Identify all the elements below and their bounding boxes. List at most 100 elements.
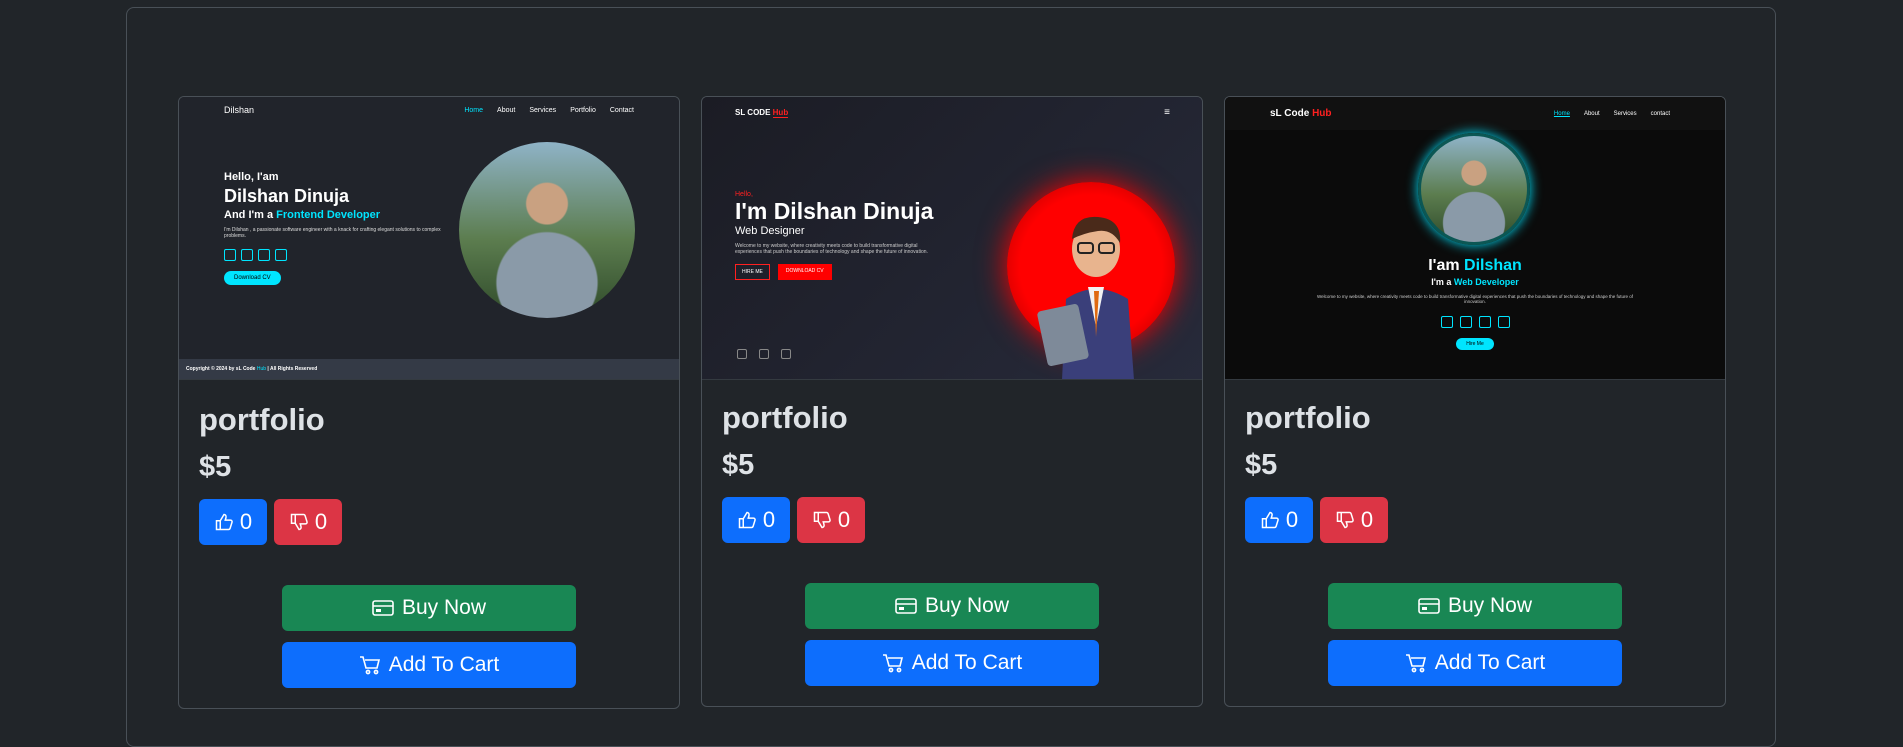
youtube-icon <box>1459 316 1472 328</box>
thumb-name: Dilshan <box>1464 257 1522 274</box>
thumb-greeting: Hello, I'am <box>224 171 279 183</box>
thumb-nav-services: Services <box>1613 110 1637 117</box>
add-to-cart-label: Add To Cart <box>388 653 500 676</box>
product-card: sL Code Hub Home About Services contact … <box>1224 96 1726 707</box>
tiktok-icon <box>258 249 270 261</box>
thumbs-up-icon <box>1261 511 1279 529</box>
add-to-cart-label: Add To Cart <box>911 651 1023 674</box>
product-price: $5 <box>1245 449 1278 481</box>
add-to-cart-button[interactable]: Add To Cart <box>1328 640 1622 686</box>
dislike-button[interactable]: 0 <box>274 499 342 545</box>
thumb-download-cv: Download CV <box>224 271 281 285</box>
thumb-nav-services: Services <box>529 106 557 114</box>
product-thumbnail[interactable]: SL CODE Hub ≡ Hello, I'm Dilshan Dinuja … <box>702 97 1202 380</box>
thumb-hire-me: Hire Me <box>1456 338 1494 350</box>
thumb-role: Frontend Developer <box>276 209 381 221</box>
buy-now-button[interactable]: Buy Now <box>1328 583 1622 629</box>
like-button[interactable]: 0 <box>199 499 267 545</box>
product-card: Dilshan Home About Services Portfolio Co… <box>178 96 680 709</box>
add-to-cart-button[interactable]: Add To Cart <box>282 642 576 688</box>
dislike-count: 0 <box>1360 507 1374 532</box>
youtube-icon <box>241 249 253 261</box>
buy-now-label: Buy Now <box>401 596 487 619</box>
thumb-cartoon-character <box>1037 216 1134 379</box>
product-thumbnail[interactable]: Dilshan Home About Services Portfolio Co… <box>179 97 679 380</box>
credit-card-icon <box>895 598 917 614</box>
thumb-role: Web Developer <box>1453 277 1519 287</box>
thumb-socials <box>737 349 791 359</box>
thumb-footer: Copyright © 2024 by sL Code Hub | All Ri… <box>179 359 679 379</box>
thumb-nav-home: Home <box>464 106 484 114</box>
credit-card-icon <box>1418 598 1440 614</box>
cart-icon <box>359 656 380 675</box>
github-icon <box>781 349 791 359</box>
product-title: portfolio <box>1245 400 1371 435</box>
thumb-blurb: I'm Dilshan , a passionate software engi… <box>224 227 441 239</box>
buy-now-button[interactable]: Buy Now <box>282 585 576 631</box>
thumb-nav-contact: Contact <box>609 106 634 114</box>
thumb-hero: Hello, I'm Dilshan Dinuja Web Designer W… <box>735 191 935 280</box>
buy-now-label: Buy Now <box>924 594 1010 617</box>
facebook-icon <box>224 249 236 261</box>
thumb-name: I'm Dilshan Dinuja <box>735 198 934 224</box>
thumb-greeting: Hello, <box>735 191 753 198</box>
like-count: 0 <box>1285 507 1299 532</box>
thumb-hero: Hello, I'am Dilshan Dinuja And I'm a Fro… <box>224 171 454 285</box>
thumb-download-cv: DOWNLOAD CV <box>777 264 832 280</box>
like-count: 0 <box>762 507 776 532</box>
dislike-button[interactable]: 0 <box>1320 497 1388 543</box>
thumb-name-line: I'am Dilshan <box>1428 257 1522 274</box>
thumbs-down-icon <box>813 511 831 529</box>
thumb-role-line: And I'm a Frontend Developer <box>224 209 381 221</box>
facebook-icon <box>1440 316 1453 328</box>
cart-icon <box>882 654 903 673</box>
hamburger-menu-icon: ≡ <box>1164 107 1170 118</box>
thumb-socials <box>224 249 454 261</box>
cart-icon <box>1405 654 1426 673</box>
thumb-name: Dilshan Dinuja <box>224 186 350 206</box>
thumb-hero: I'am Dilshan I'm a Web Developer Welcome… <box>1225 257 1725 350</box>
tiktok-icon <box>1478 316 1491 328</box>
thumbs-up-icon <box>215 513 233 531</box>
thumb-navbar: Dilshan Home About Services Portfolio Co… <box>224 105 634 115</box>
dislike-count: 0 <box>314 509 328 534</box>
thumb-nav-about: About <box>497 106 516 114</box>
thumb-brand: sL Code Hub <box>1270 108 1332 119</box>
product-price: $5 <box>199 451 232 483</box>
products-container: Dilshan Home About Services Portfolio Co… <box>126 7 1776 747</box>
credit-card-icon <box>372 600 394 616</box>
thumbs-up-icon <box>738 511 756 529</box>
thumbs-down-icon <box>290 513 308 531</box>
like-button[interactable]: 0 <box>722 497 790 543</box>
add-to-cart-button[interactable]: Add To Cart <box>805 640 1099 686</box>
like-count: 0 <box>239 509 253 534</box>
thumb-nav-about: About <box>1583 110 1600 117</box>
thumb-hire-me: HIRE ME <box>735 264 770 280</box>
product-thumbnail[interactable]: sL Code Hub Home About Services contact … <box>1225 97 1725 380</box>
like-button[interactable]: 0 <box>1245 497 1313 543</box>
buy-now-button[interactable]: Buy Now <box>805 583 1099 629</box>
thumbs-down-icon <box>1336 511 1354 529</box>
product-title: portfolio <box>722 400 848 435</box>
thumb-avatar-photo <box>459 142 635 318</box>
thumb-nav-home: Home <box>1553 110 1570 117</box>
thumb-nav-portfolio: Portfolio <box>570 106 596 114</box>
thumb-role: Web Designer <box>735 225 805 237</box>
tiktok-icon <box>737 349 747 359</box>
thumb-avatar-photo <box>1418 133 1530 245</box>
dislike-button[interactable]: 0 <box>797 497 865 543</box>
add-to-cart-label: Add To Cart <box>1434 651 1546 674</box>
thumb-blurb: Welcome to my website, where creativity … <box>1316 294 1634 304</box>
dislike-count: 0 <box>837 507 851 532</box>
github-icon <box>1497 316 1510 328</box>
product-price: $5 <box>722 449 755 481</box>
thumb-nav-contact: contact <box>1650 110 1670 117</box>
github-icon <box>275 249 287 261</box>
thumb-socials <box>1225 316 1725 328</box>
product-card: SL CODE Hub ≡ Hello, I'm Dilshan Dinuja … <box>701 96 1203 707</box>
thumb-brand: Dilshan <box>224 105 255 115</box>
thumb-role-line: I'm a Web Developer <box>1431 277 1519 287</box>
product-title: portfolio <box>199 402 325 437</box>
thumb-brand: SL CODE Hub <box>735 108 789 118</box>
buy-now-label: Buy Now <box>1447 594 1533 617</box>
